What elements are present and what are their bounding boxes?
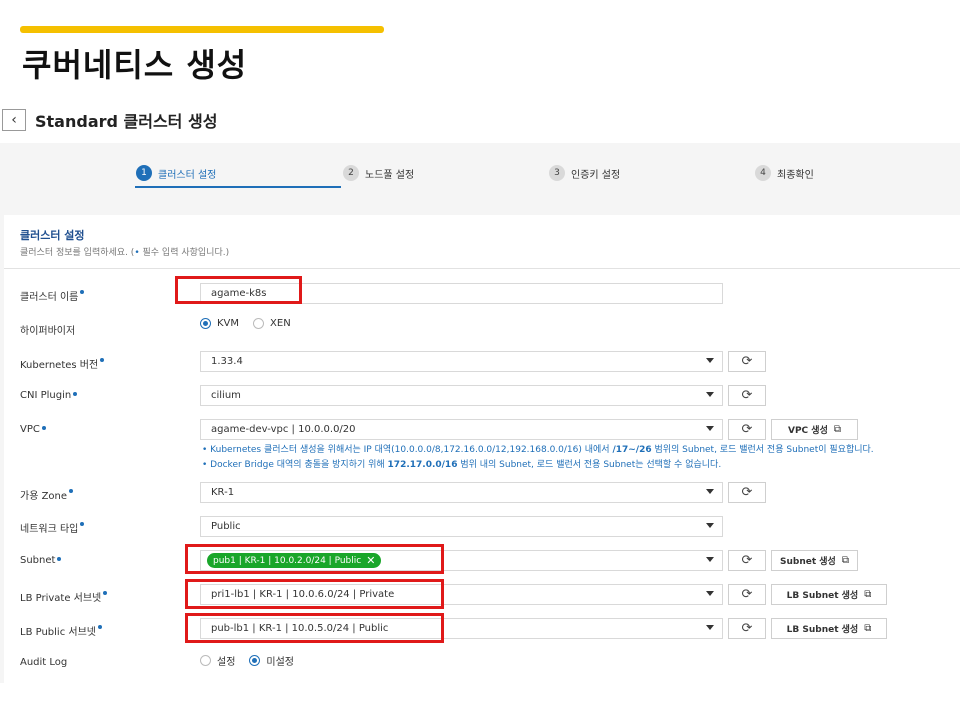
required-dot-icon xyxy=(57,557,62,561)
lb-private-subnet-label: LB Private 서브넷 xyxy=(20,589,108,604)
network-type-select[interactable]: Public xyxy=(200,516,723,537)
dropdown-caret-icon xyxy=(706,557,714,562)
vpc-create-button[interactable]: VPC 생성 ⧉ xyxy=(771,419,858,440)
hypervisor-option-kvm[interactable]: KVM xyxy=(200,318,239,329)
refresh-button[interactable]: ⟳ xyxy=(728,385,766,406)
refresh-icon: ⟳ xyxy=(741,388,753,403)
highlight-box xyxy=(185,613,444,643)
k8s-version-label: Kubernetes 버전 xyxy=(20,356,105,371)
page-title: Standard 클러스터 생성 xyxy=(35,112,218,131)
vpc-label: VPC xyxy=(20,424,46,435)
dropdown-caret-icon xyxy=(706,523,714,528)
vpc-note-line: • Docker Bridge 대역의 충돌을 방지하기 위해 172.17.0… xyxy=(202,460,722,470)
refresh-icon: ⟳ xyxy=(741,587,753,602)
step-label: 인증키 설정 xyxy=(571,169,621,181)
step-number: 3 xyxy=(549,165,565,181)
section-subtitle: 클러스터 정보를 입력하세요. (• 필수 입력 사항입니다.) xyxy=(20,248,230,258)
vpc-notes: • Kubernetes 클러스터 생성을 위해서는 IP 대역(10.0.0.… xyxy=(202,443,874,473)
refresh-icon: ⟳ xyxy=(741,485,753,500)
section-title: 클러스터 설정 xyxy=(20,229,85,242)
k8s-version-select[interactable]: 1.33.4 xyxy=(200,351,723,372)
required-dot-icon xyxy=(69,489,74,493)
hypervisor-radio-group: KVM XEN xyxy=(200,318,305,329)
audit-log-radio-group: 설정 미설정 xyxy=(200,653,308,668)
step-nodepool-settings[interactable]: 2 노드풀 설정 xyxy=(343,165,414,181)
refresh-button[interactable]: ⟳ xyxy=(728,419,766,440)
hypervisor-option-xen[interactable]: XEN xyxy=(253,318,291,329)
dropdown-caret-icon xyxy=(706,625,714,630)
active-step-underline xyxy=(135,186,341,188)
step-label: 노드풀 설정 xyxy=(365,169,415,181)
lb-private-subnet-create-button[interactable]: LB Subnet 생성 ⧉ xyxy=(771,584,887,605)
audit-log-option-off[interactable]: 미설정 xyxy=(249,653,294,668)
step-cluster-settings[interactable]: 1 클러스터 설정 xyxy=(136,165,216,181)
vpc-select[interactable]: agame-dev-vpc | 10.0.0.0/20 xyxy=(200,419,723,440)
radio-selected-icon xyxy=(200,318,211,329)
external-link-icon: ⧉ xyxy=(841,555,849,566)
external-link-icon: ⧉ xyxy=(864,623,872,634)
refresh-icon: ⟳ xyxy=(741,553,753,568)
refresh-button[interactable]: ⟳ xyxy=(728,550,766,571)
required-dot-icon xyxy=(103,591,108,595)
cni-select[interactable]: cilium xyxy=(200,385,723,406)
refresh-icon: ⟳ xyxy=(741,422,753,437)
refresh-button[interactable]: ⟳ xyxy=(728,618,766,639)
required-dot-icon xyxy=(41,426,46,430)
highlight-box xyxy=(175,276,302,304)
dropdown-caret-icon xyxy=(706,358,714,363)
cluster-name-label: 클러스터 이름 xyxy=(20,288,85,303)
slide-title: 쿠버네티스 생성 xyxy=(22,46,248,84)
screenshot-area: 1 클러스터 설정 2 노드풀 설정 3 인증키 설정 4 최종확인 클러스터 … xyxy=(0,143,960,683)
audit-log-option-on[interactable]: 설정 xyxy=(200,653,235,668)
step-authkey-settings[interactable]: 3 인증키 설정 xyxy=(549,165,620,181)
required-dot-icon xyxy=(100,358,105,362)
back-button[interactable]: ‹ xyxy=(2,109,26,131)
slide-accent-bar xyxy=(20,26,384,33)
cluster-settings-card: 클러스터 설정 클러스터 정보를 입력하세요. (• 필수 입력 사항입니다.)… xyxy=(4,215,960,683)
highlight-box xyxy=(185,544,444,574)
step-indicator: 1 클러스터 설정 2 노드풀 설정 3 인증키 설정 4 최종확인 xyxy=(0,143,960,213)
subnet-label: Subnet xyxy=(20,555,62,566)
refresh-button[interactable]: ⟳ xyxy=(728,584,766,605)
dropdown-caret-icon xyxy=(706,392,714,397)
step-label: 클러스터 설정 xyxy=(158,169,217,181)
step-number: 2 xyxy=(343,165,359,181)
subnet-create-button[interactable]: Subnet 생성 ⧉ xyxy=(771,550,858,571)
audit-log-label: Audit Log xyxy=(20,657,68,668)
dropdown-caret-icon xyxy=(706,591,714,596)
section-divider xyxy=(4,268,960,269)
lb-public-subnet-label: LB Public 서브넷 xyxy=(20,623,102,638)
step-number: 1 xyxy=(136,165,152,181)
radio-selected-icon xyxy=(249,655,261,666)
required-dot-icon xyxy=(73,392,78,396)
cni-label: CNI Plugin xyxy=(20,390,78,401)
zone-label: 가용 Zone xyxy=(20,487,74,502)
external-link-icon: ⧉ xyxy=(864,589,872,600)
hypervisor-label: 하이퍼바이저 xyxy=(20,326,76,337)
dropdown-caret-icon xyxy=(706,426,714,431)
required-dot-icon xyxy=(80,290,85,294)
vpc-note-line: • Kubernetes 클러스터 생성을 위해서는 IP 대역(10.0.0.… xyxy=(202,445,874,455)
highlight-box xyxy=(185,579,444,609)
refresh-icon: ⟳ xyxy=(741,621,753,636)
page-header: ‹ Standard 클러스터 생성 xyxy=(2,108,217,132)
refresh-icon: ⟳ xyxy=(741,354,753,369)
refresh-button[interactable]: ⟳ xyxy=(728,482,766,503)
radio-icon xyxy=(200,655,211,666)
step-final-confirm[interactable]: 4 최종확인 xyxy=(755,165,814,181)
step-number: 4 xyxy=(755,165,771,181)
chevron-left-icon: ‹ xyxy=(11,112,17,128)
step-label: 최종확인 xyxy=(777,169,814,181)
radio-icon xyxy=(253,318,265,329)
zone-select[interactable]: KR-1 xyxy=(200,482,723,503)
dropdown-caret-icon xyxy=(706,489,714,494)
required-dot-icon xyxy=(97,625,102,629)
required-dot-icon xyxy=(80,522,85,526)
refresh-button[interactable]: ⟳ xyxy=(728,351,766,372)
lb-public-subnet-create-button[interactable]: LB Subnet 생성 ⧉ xyxy=(771,618,887,639)
network-type-label: 네트워크 타입 xyxy=(20,520,85,535)
external-link-icon: ⧉ xyxy=(833,424,841,435)
